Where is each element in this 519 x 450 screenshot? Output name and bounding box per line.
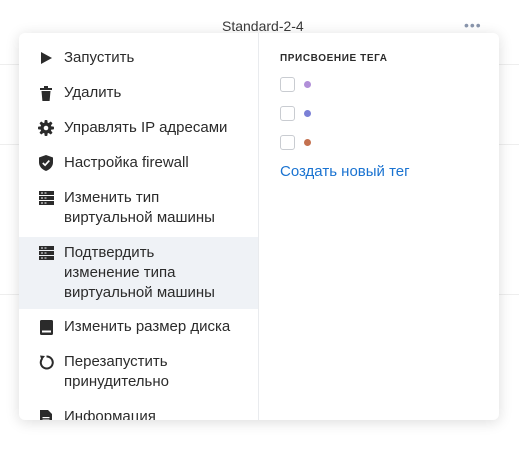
- tag-option[interactable]: [280, 105, 499, 122]
- play-icon: [38, 50, 54, 66]
- row-divider: [0, 64, 20, 65]
- gear-icon: [38, 120, 54, 136]
- more-actions-icon[interactable]: •••: [464, 17, 482, 33]
- tag-checkbox[interactable]: [280, 135, 295, 150]
- tag-color-dot: [304, 110, 311, 117]
- menu-item-label: Изменить размер диска: [64, 318, 231, 335]
- tag-option[interactable]: [280, 76, 499, 93]
- row-divider: [498, 64, 519, 65]
- tag-color-dot: [304, 81, 311, 88]
- server-icon: [38, 190, 54, 206]
- menu-item-confirm-vm-type[interactable]: Подтвердить изменение типа виртуальной м…: [19, 237, 258, 309]
- document-icon: [38, 409, 54, 420]
- tag-color-dot: [304, 139, 311, 146]
- server-icon: [38, 245, 54, 261]
- menu-item-info[interactable]: Информация: [19, 404, 258, 420]
- row-divider: [498, 294, 519, 295]
- trash-icon: [38, 85, 54, 101]
- restart-icon: [38, 354, 54, 370]
- create-tag-link[interactable]: Создать новый тег: [280, 163, 410, 180]
- menu-item-delete[interactable]: Удалить: [19, 80, 258, 107]
- menu-item-start[interactable]: Запустить: [19, 45, 258, 72]
- menu-item-label: Информация: [64, 408, 156, 420]
- row-divider: [0, 144, 20, 145]
- vm-actions-dropdown: Запустить Удалить Управлять IP адресами …: [19, 33, 499, 420]
- tag-option[interactable]: [280, 134, 499, 151]
- menu-item-resize-disk[interactable]: Изменить размер диска: [19, 314, 258, 341]
- disk-icon: [38, 319, 54, 335]
- menu-item-change-vm-type[interactable]: Изменить тип виртуальной машины: [19, 185, 258, 232]
- menu-item-label: Изменить тип виртуальной машины: [64, 189, 215, 226]
- tag-assignment-title: ПРИСВОЕНИЕ ТЕГА: [280, 53, 388, 64]
- menu-item-label: Настройка firewall: [64, 154, 189, 171]
- menu-item-label: Подтвердить изменение типа виртуальной м…: [64, 244, 215, 301]
- row-divider: [0, 294, 20, 295]
- actions-list: Запустить Удалить Управлять IP адресами …: [19, 33, 259, 420]
- column-title: Standard-2-4: [222, 18, 304, 34]
- shield-check-icon: [38, 155, 54, 171]
- menu-item-manage-ip[interactable]: Управлять IP адресами: [19, 115, 258, 142]
- row-divider: [498, 144, 519, 145]
- tag-assignment-panel: ПРИСВОЕНИЕ ТЕГА Создать новый тег: [259, 33, 499, 420]
- tag-checkbox[interactable]: [280, 106, 295, 121]
- menu-item-label: Управлять IP адресами: [64, 119, 228, 136]
- menu-item-label: Удалить: [64, 84, 122, 101]
- menu-item-label: Перезапустить принудительно: [64, 353, 169, 390]
- menu-item-force-restart[interactable]: Перезапустить принудительно: [19, 349, 258, 396]
- menu-item-firewall[interactable]: Настройка firewall: [19, 150, 258, 177]
- menu-item-label: Запустить: [64, 49, 135, 66]
- tag-checkbox[interactable]: [280, 77, 295, 92]
